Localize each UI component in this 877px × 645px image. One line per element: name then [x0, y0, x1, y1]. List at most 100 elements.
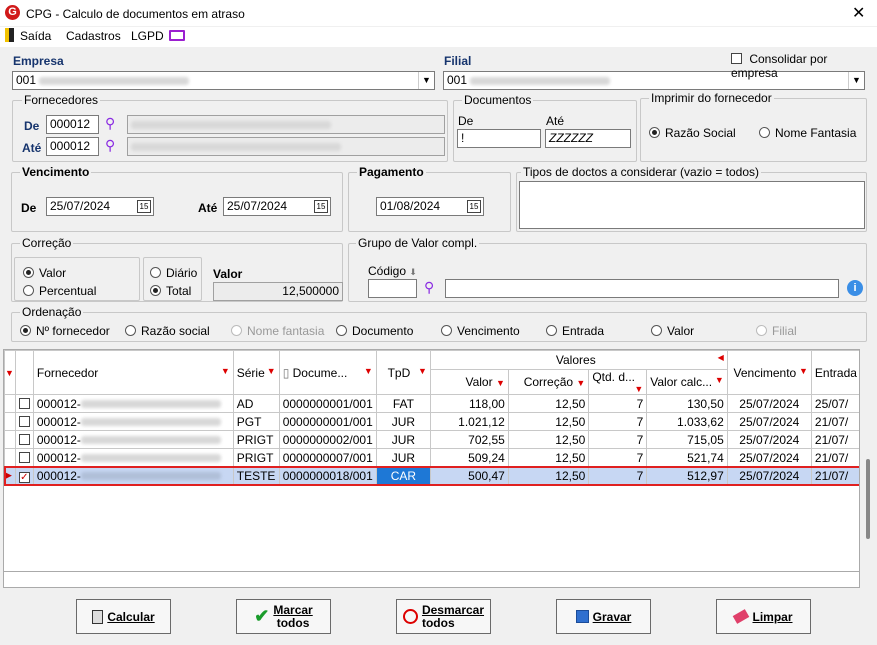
radio-razao-social[interactable]: Razão Social [649, 126, 736, 140]
filter-icon[interactable]: ▼ [267, 366, 276, 376]
calendar-icon[interactable]: 15 [314, 200, 328, 213]
pagamento-input[interactable]: 01/08/2024 15 [376, 197, 484, 216]
fornecedor-de-label: De [24, 119, 40, 133]
scrollbar-thumb[interactable] [866, 459, 870, 539]
consolidar-checkbox[interactable]: Consolidar por empresa [731, 52, 877, 80]
fornecedor-ate-nome [127, 137, 445, 156]
radio-nome-fantasia[interactable]: Nome Fantasia [759, 126, 856, 140]
search-icon[interactable]: ⚲ [105, 137, 115, 154]
table-row-selected[interactable]: ▶ ✓ 000012- TESTE 0000000018/001 CAR 500,4… [4, 465, 859, 486]
col-qtd[interactable]: Qtd. d... ▼ [588, 369, 648, 395]
grid-table: ▼ Fornecedor ▼ Série ▼ ▯ Docume... ▼ TpD ▼ V… [4, 350, 859, 486]
search-icon[interactable]: ⚲ [424, 279, 434, 296]
col-group-valores: Valores ◀ [429, 350, 728, 370]
calcular-button[interactable]: Calcular [76, 599, 171, 634]
documento-ate-input[interactable]: ZZZZZZ [545, 129, 631, 148]
radio-ord-documento[interactable]: Documento [336, 324, 413, 338]
fornecedor-de-input[interactable]: 000012 [46, 115, 99, 134]
search-icon[interactable]: ⚲ [105, 115, 115, 132]
table-row[interactable]: 000012- PRIGT 0000000002/001 JUR 702,55 12… [4, 430, 859, 449]
vencimento-ate-input[interactable]: 25/07/2024 15 [223, 197, 331, 216]
tipos-title: Tipos de doctos a considerar (vazio = to… [521, 165, 762, 179]
gravar-button[interactable]: Gravar [556, 599, 651, 634]
row-checkbox[interactable] [18, 433, 30, 445]
col-tpd[interactable]: TpD ▼ [375, 350, 431, 395]
menu-saida[interactable]: Saída [20, 29, 51, 43]
collapse-icon[interactable]: ◀ [718, 353, 724, 362]
vencimento-de-label: De [21, 201, 37, 215]
title-bar: G CPG - Calculo de documentos em atraso … [0, 0, 877, 27]
documento-de-label: De [458, 114, 474, 128]
vencimento-group: Vencimento De 25/07/2024 15 Até 25/07/202… [11, 165, 343, 232]
grid-menu-icon[interactable]: ▼ [4, 350, 16, 395]
menu-lgpd[interactable]: LGPD [131, 29, 164, 43]
marcar-todos-button[interactable]: ✔ Marcar todos [236, 599, 331, 634]
tipos-group: Tipos de doctos a considerar (vazio = to… [516, 165, 867, 232]
documentos-title: Documentos [462, 93, 534, 107]
imprimir-title: Imprimir do fornecedor [649, 91, 774, 105]
filter-icon[interactable]: ▼ [715, 375, 724, 385]
col-valor-calc[interactable]: Valor calc... ▼ [646, 369, 728, 395]
tipos-textarea[interactable] [519, 181, 865, 229]
fornecedores-group: Fornecedores De 000012 ⚲ Até 000012 ⚲ [12, 93, 448, 162]
radio-diario[interactable]: Diário [150, 266, 197, 280]
col-correcao[interactable]: Correção ▼ [507, 369, 590, 395]
col-fornecedor[interactable]: Fornecedor ▼ [32, 350, 234, 395]
row-checkbox[interactable] [18, 415, 30, 427]
radio-valor[interactable]: Valor [23, 266, 66, 280]
row-checkbox[interactable] [18, 451, 30, 463]
col-entrada[interactable]: Entrada [810, 350, 859, 395]
table-row[interactable]: 000012- PGT 0000000001/001 JUR 1.021,12 12… [4, 412, 859, 431]
grid-footer [3, 572, 860, 588]
table-row[interactable]: 000012- AD 0000000001/001 FAT 118,00 12,50… [4, 394, 859, 413]
desmarcar-todos-button[interactable]: Desmarcar todos [396, 599, 491, 634]
empresa-combo[interactable]: 001 ▼ [12, 71, 435, 90]
filter-icon[interactable]: ▼ [799, 366, 808, 376]
filter-icon[interactable]: ▼ [221, 366, 230, 376]
table-row[interactable]: 000012- PRIGT 0000000007/001 JUR 509,24 12… [4, 448, 859, 467]
correcao-periodo-box: Diário Total [143, 257, 202, 301]
window-title: CPG - Calculo de documentos em atraso [26, 7, 245, 21]
radio-ord-valor[interactable]: Valor [651, 324, 694, 338]
document-icon: ▯ [282, 365, 290, 380]
filter-icon[interactable]: ▼ [634, 384, 643, 394]
grid-scrollbar[interactable] [862, 349, 875, 572]
col-serie[interactable]: Série ▼ [232, 350, 280, 395]
fornecedor-ate-input[interactable]: 000012 [46, 137, 99, 156]
vencimento-de-input[interactable]: 25/07/2024 15 [46, 197, 154, 216]
limpar-button[interactable]: Limpar [716, 599, 811, 634]
calculator-icon [92, 609, 104, 624]
col-documento[interactable]: ▯ Docume... ▼ [278, 350, 377, 395]
radio-percentual[interactable]: Percentual [23, 284, 96, 298]
info-icon[interactable]: i [847, 280, 863, 296]
filter-icon[interactable]: ▼ [364, 366, 373, 376]
documents-grid[interactable]: ▼ Fornecedor ▼ Série ▼ ▯ Docume... ▼ TpD ▼ V… [3, 349, 860, 572]
row-checkbox[interactable] [18, 397, 30, 409]
total-radio-label: Total [166, 284, 192, 298]
col-valor[interactable]: Valor ▼ [429, 369, 509, 395]
filter-icon[interactable]: ▼ [576, 378, 585, 388]
ordenacao-group: Ordenação Nº fornecedor Razão social Nom… [11, 305, 867, 342]
col-vencimento[interactable]: Vencimento ▼ [726, 350, 812, 395]
row-checkbox-checked[interactable]: ✓ [18, 472, 30, 483]
razao-social-label: Razão Social [665, 126, 736, 140]
percentual-radio-label: Percentual [39, 284, 97, 298]
radio-total[interactable]: Total [150, 284, 191, 298]
ordenacao-title: Ordenação [20, 305, 84, 319]
radio-ord-vencimento[interactable]: Vencimento [441, 324, 520, 338]
radio-ord-entrada[interactable]: Entrada [546, 324, 604, 338]
radio-ord-razao[interactable]: Razão social [125, 324, 210, 338]
calendar-icon[interactable]: 15 [137, 200, 151, 213]
filter-icon[interactable]: ▼ [496, 378, 505, 388]
monitor-icon[interactable] [169, 30, 185, 41]
close-icon[interactable]: ✕ [852, 3, 865, 23]
chevron-down-icon[interactable]: ▼ [418, 72, 434, 89]
codigo-input[interactable] [368, 279, 417, 298]
documento-ate-label: Até [546, 114, 565, 128]
checkbox-box[interactable] [731, 53, 742, 64]
menu-cadastros[interactable]: Cadastros [66, 29, 121, 43]
calendar-icon[interactable]: 15 [467, 200, 481, 213]
documento-de-input[interactable]: ! [457, 129, 541, 148]
radio-ord-fornecedor[interactable]: Nº fornecedor [20, 324, 110, 338]
filter-icon[interactable]: ▼ [418, 366, 427, 376]
